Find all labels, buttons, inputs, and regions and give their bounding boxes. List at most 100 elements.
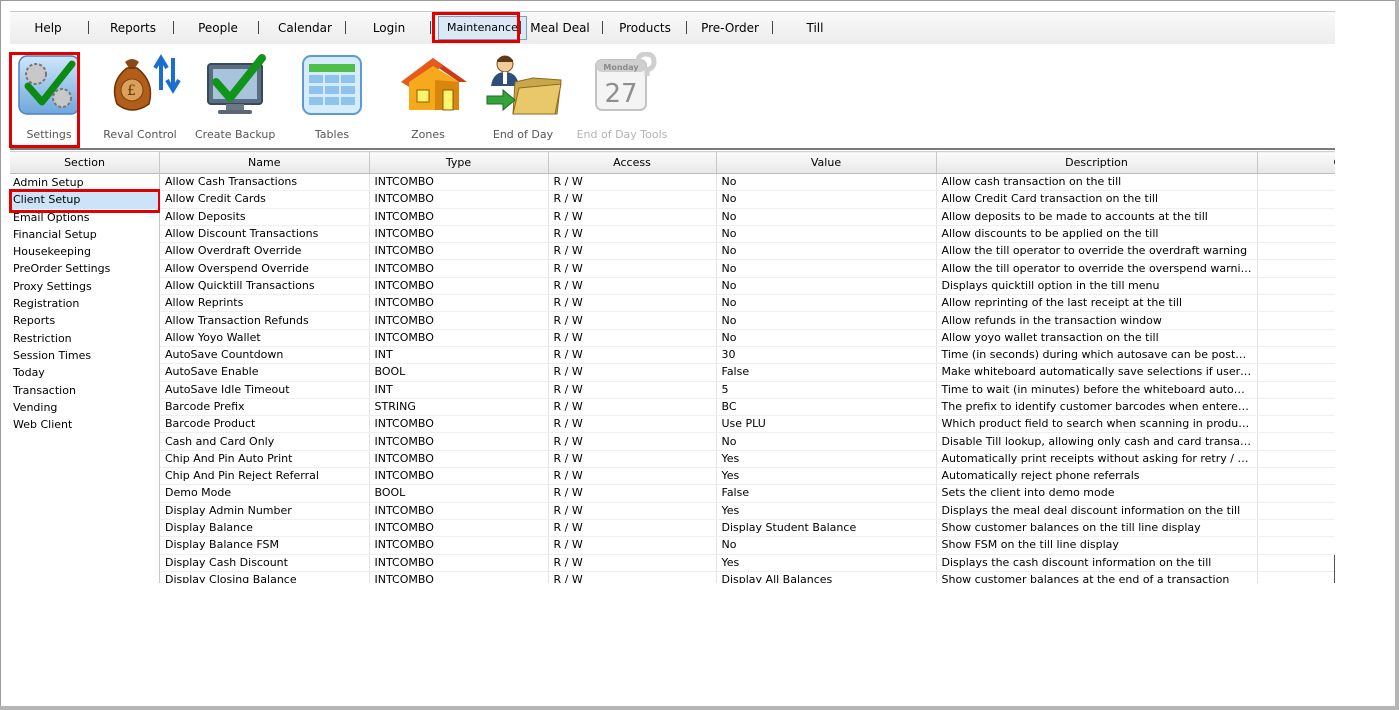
table-row[interactable]: Allow Yoyo Wallet INTCOMBO R / W No Allow yo… [160, 329, 1335, 347]
cell-value[interactable]: No [716, 242, 937, 261]
reval-control-button[interactable]: £ Reval Control [100, 44, 181, 148]
table-row[interactable]: Display Closing Balance INTCOMBO R / W Disp… [160, 571, 1335, 583]
cell-value[interactable]: No [716, 329, 937, 347]
section-item-restriction[interactable]: Restriction [10, 330, 159, 347]
section-item-email-options[interactable]: Email Options [10, 209, 159, 226]
cell-value[interactable]: No [716, 173, 937, 192]
table-row[interactable]: Barcode Prefix STRING R / W BC The prefix to… [160, 398, 1335, 417]
section-item-client-setup[interactable]: Client Setup [10, 191, 159, 209]
menu-pre-order[interactable]: Pre-Order [700, 12, 760, 44]
table-row[interactable]: AutoSave Enable BOOL R / W False Make whiteb… [160, 363, 1335, 382]
table-row[interactable]: Display Balance FSM INTCOMBO R / W No Show F… [160, 536, 1335, 555]
menu-till[interactable]: Till [800, 12, 830, 44]
menu-maintenance[interactable]: Maintenance [438, 16, 527, 40]
section-item-today[interactable]: Today [10, 364, 159, 381]
column-header-extra[interactable]: C [1257, 151, 1335, 174]
cell-value[interactable]: No [716, 259, 937, 278]
cell-value[interactable]: Yes [716, 502, 937, 520]
cell-value[interactable]: No [716, 225, 937, 244]
menu-calendar[interactable]: Calendar [278, 12, 332, 44]
table-row[interactable]: Allow Reprints INTCOMBO R / W No Allow repri… [160, 294, 1335, 313]
section-item-registration[interactable]: Registration [10, 295, 159, 312]
section-item-preorder-settings[interactable]: PreOrder Settings [10, 260, 159, 277]
create-backup-button[interactable]: Create Backup [195, 44, 275, 148]
table-row[interactable]: Allow Transaction Refunds INTCOMBO R / W No… [160, 311, 1335, 330]
column-header-description[interactable]: Description [936, 151, 1258, 174]
menu-products[interactable]: Products [617, 12, 673, 44]
cell-value[interactable]: 30 [716, 346, 937, 365]
table-grid-icon [299, 52, 365, 118]
section-item-admin-setup[interactable]: Admin Setup [10, 174, 159, 191]
column-header-type[interactable]: Type [369, 151, 549, 174]
end-of-day-tools-button[interactable]: Monday 27 End of Day Tools [572, 44, 672, 148]
money-bag-icon: £ [107, 52, 181, 118]
menu-meal-deal[interactable]: Meal Deal [530, 12, 590, 44]
tables-button[interactable]: Tables [293, 44, 371, 148]
menu-reports[interactable]: Reports [108, 12, 158, 44]
section-item-reports[interactable]: Reports [10, 312, 159, 329]
cell-value[interactable]: Display Student Balance [716, 519, 937, 538]
table-row[interactable]: AutoSave Idle Timeout INT R / W 5 Time to wa… [160, 381, 1335, 399]
cell-value[interactable]: No [716, 294, 937, 313]
section-item-housekeeping[interactable]: Housekeeping [10, 243, 159, 260]
cell-access: R / W [548, 502, 717, 520]
table-row[interactable]: Display Admin Number INTCOMBO R / W Yes Disp… [160, 502, 1335, 520]
table-row[interactable]: Allow Credit Cards INTCOMBO R / W No Allow C… [160, 190, 1335, 209]
table-row[interactable]: Display Cash Discount INTCOMBO R / W Yes Dis… [160, 554, 1335, 572]
cell-name: Allow Yoyo Wallet [160, 329, 370, 347]
column-header-value[interactable]: Value [716, 151, 937, 174]
table-row[interactable]: Display Balance INTCOMBO R / W Display Stud… [160, 519, 1335, 538]
table-row[interactable]: Cash and Card Only INTCOMBO R / W No Disable… [160, 432, 1335, 451]
cell-name: Allow Credit Cards [160, 190, 370, 209]
cell-value[interactable]: Display All Balances [716, 571, 937, 583]
settings-button[interactable]: Settings [10, 44, 88, 148]
section-item-financial-setup[interactable]: Financial Setup [10, 226, 159, 243]
cell-access: R / W [548, 208, 717, 226]
section-item-proxy-settings[interactable]: Proxy Settings [10, 278, 159, 295]
cell-value[interactable]: False [716, 363, 937, 382]
table-row[interactable]: Allow Cash Transactions INTCOMBO R / W No Al… [160, 173, 1335, 192]
table-row[interactable]: Allow Overspend Override INTCOMBO R / W No A… [160, 259, 1335, 278]
section-item-vending[interactable]: Vending [10, 399, 159, 416]
grid-body: Allow Cash Transactions INTCOMBO R / W No Al… [160, 173, 1335, 583]
menu-people[interactable]: People [194, 12, 242, 44]
table-row[interactable]: Barcode Product INTCOMBO R / W Use PLU Which… [160, 415, 1335, 434]
end-of-day-tools-label: End of Day Tools [576, 128, 668, 141]
section-item-transaction[interactable]: Transaction [10, 382, 159, 399]
cell-value[interactable]: Yes [716, 467, 937, 486]
cell-value[interactable]: No [716, 190, 937, 209]
zones-button[interactable]: Zones [388, 44, 468, 148]
cell-value[interactable]: Use PLU [716, 415, 937, 434]
menu-separator [258, 21, 259, 34]
table-row[interactable]: AutoSave Countdown INT R / W 30 Time (in sec… [160, 346, 1335, 365]
cell-access: R / W [548, 432, 717, 451]
table-row[interactable]: Demo Mode BOOL R / W False Sets the client i… [160, 484, 1335, 503]
menu-separator [88, 21, 89, 34]
cell-value[interactable]: No [716, 277, 937, 296]
end-of-day-button[interactable]: End of Day [483, 44, 563, 148]
table-row[interactable]: Allow Overdraft Override INTCOMBO R / W No A… [160, 242, 1335, 261]
cell-type: INTCOMBO [369, 225, 549, 244]
table-row[interactable]: Chip And Pin Auto Print INTCOMBO R / W Yes A… [160, 450, 1335, 469]
end-of-day-label: End of Day [492, 128, 554, 141]
cell-value[interactable]: No [716, 311, 937, 330]
menu-login[interactable]: Login [369, 12, 409, 44]
table-row[interactable]: Allow Discount Transactions INTCOMBO R / W… [160, 225, 1335, 244]
cell-value[interactable]: No [716, 536, 937, 555]
section-item-web-client[interactable]: Web Client [10, 416, 159, 433]
cell-value[interactable]: BC [716, 398, 937, 417]
cell-value[interactable]: No [716, 208, 937, 226]
cell-value[interactable]: No [716, 432, 937, 451]
cell-value[interactable]: Yes [716, 450, 937, 469]
table-row[interactable]: Chip And Pin Reject Referral INTCOMBO R / … [160, 467, 1335, 486]
cell-value[interactable]: 5 [716, 381, 937, 399]
section-item-session-times[interactable]: Session Times [10, 347, 159, 364]
table-row[interactable]: Allow Quicktill Transactions INTCOMBO R / … [160, 277, 1335, 296]
column-header-access[interactable]: Access [548, 151, 717, 174]
column-header-name[interactable]: Name [160, 151, 370, 174]
cell-value[interactable]: False [716, 484, 937, 503]
cell-description: Show customer balances on the till line … [936, 519, 1258, 538]
table-row[interactable]: Allow Deposits INTCOMBO R / W No Allow depos… [160, 208, 1335, 226]
cell-value[interactable]: Yes [716, 554, 937, 572]
menu-help[interactable]: Help [28, 12, 68, 44]
